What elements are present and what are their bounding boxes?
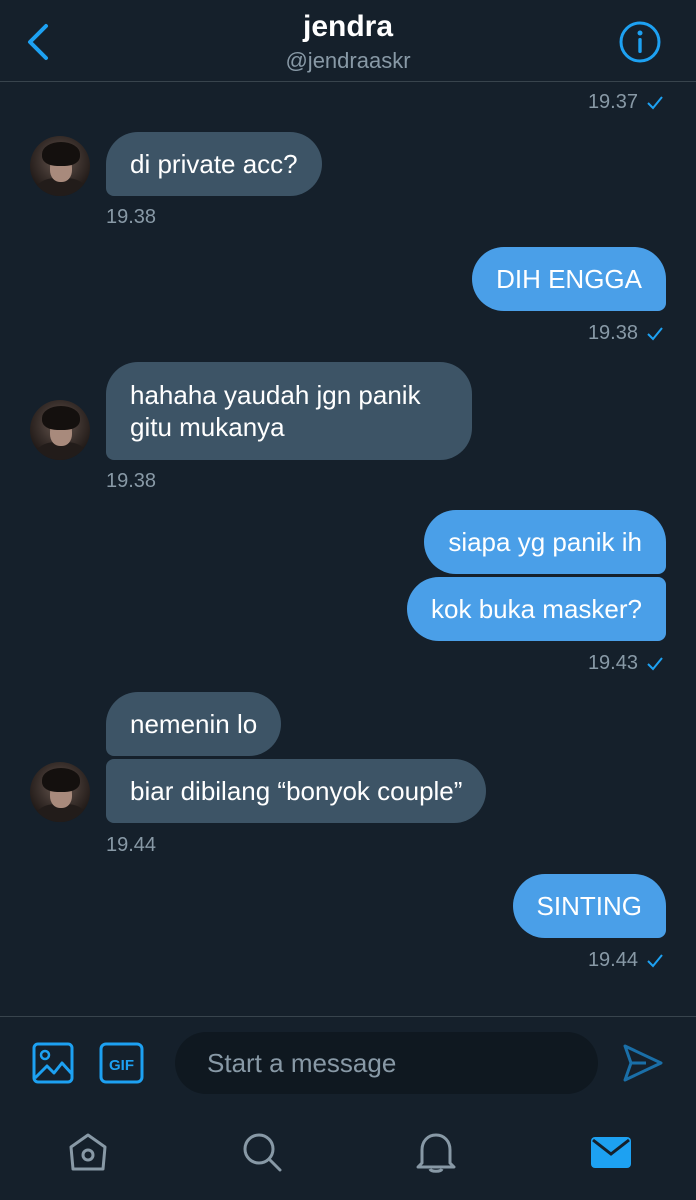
send-button[interactable] bbox=[622, 1043, 664, 1083]
message-input[interactable]: Start a message bbox=[175, 1032, 598, 1094]
info-icon bbox=[619, 21, 661, 63]
message-timestamp: 19.44 bbox=[106, 834, 157, 856]
gif-icon: GIF bbox=[99, 1042, 144, 1084]
nav-messages[interactable] bbox=[589, 1130, 633, 1174]
avatar[interactable] bbox=[30, 762, 90, 822]
avatar[interactable] bbox=[30, 136, 90, 196]
sent-message[interactable]: kok buka masker? bbox=[407, 577, 666, 641]
checkmark-icon bbox=[647, 326, 663, 340]
nav-notifications[interactable] bbox=[414, 1130, 458, 1174]
received-message[interactable]: hahaha yaudah jgn panik gitu mukanya bbox=[106, 362, 472, 460]
image-icon bbox=[32, 1042, 74, 1084]
received-message[interactable]: nemenin lo bbox=[106, 692, 282, 756]
nav-search[interactable] bbox=[240, 1130, 284, 1174]
checkmark-icon bbox=[647, 95, 663, 109]
message-timestamp: 19.37 bbox=[588, 91, 664, 114]
sent-message[interactable]: siapa yg panik ih bbox=[424, 510, 666, 574]
messages-icon bbox=[591, 1137, 631, 1168]
received-message[interactable]: di private acc? bbox=[106, 132, 322, 196]
avatar[interactable] bbox=[30, 400, 90, 460]
notifications-icon bbox=[416, 1133, 456, 1173]
info-button[interactable] bbox=[618, 20, 662, 64]
add-gif-button[interactable]: GIF bbox=[99, 1042, 144, 1084]
send-icon bbox=[623, 1044, 663, 1082]
message-timestamp: 19.44 bbox=[588, 949, 664, 972]
home-icon bbox=[69, 1133, 107, 1171]
checkmark-icon bbox=[647, 656, 663, 670]
conversation-handle[interactable]: @jendraaskr bbox=[0, 48, 696, 74]
conversation-header: jendra @jendraaskr bbox=[0, 0, 696, 82]
sent-message[interactable]: SINTING bbox=[512, 874, 666, 938]
message-timestamp: 19.38 bbox=[588, 322, 664, 345]
search-icon bbox=[243, 1133, 282, 1172]
conversation-title[interactable]: jendra bbox=[0, 10, 696, 44]
received-message[interactable]: biar dibilang “bonyok couple” bbox=[106, 759, 487, 823]
message-timestamp: 19.38 bbox=[106, 470, 157, 492]
nav-home[interactable] bbox=[66, 1130, 110, 1174]
checkmark-icon bbox=[647, 953, 663, 967]
sent-message[interactable]: DIH ENGGA bbox=[472, 247, 666, 311]
add-photo-button[interactable] bbox=[32, 1042, 74, 1084]
message-timestamp: 19.38 bbox=[106, 206, 157, 228]
svg-text:GIF: GIF bbox=[109, 1057, 134, 1074]
message-timestamp: 19.43 bbox=[588, 652, 664, 675]
